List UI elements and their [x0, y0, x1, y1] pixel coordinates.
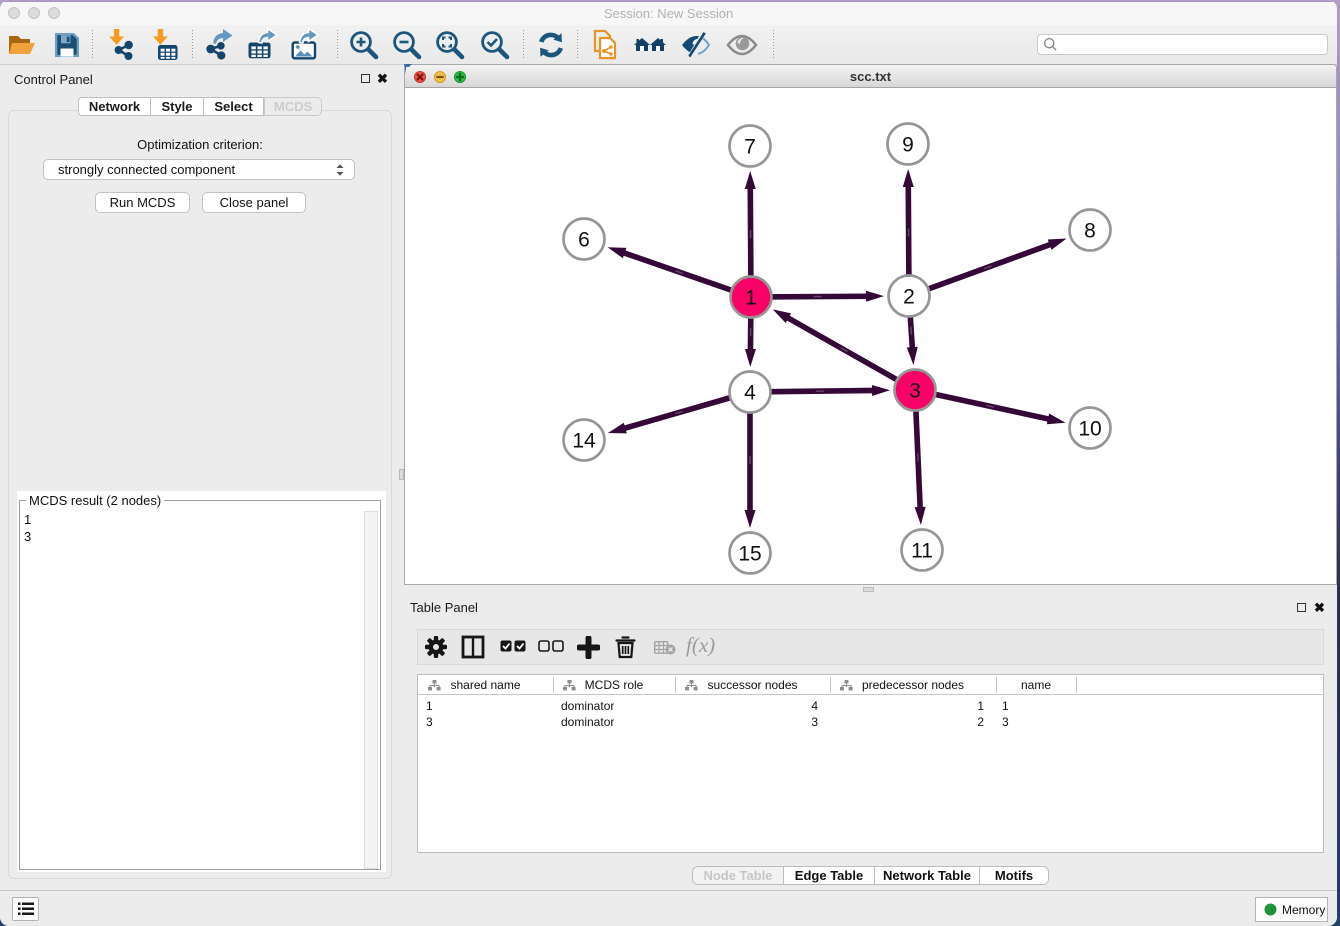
- svg-text:9: 9: [902, 134, 914, 157]
- svg-text:2: 2: [903, 286, 915, 309]
- svg-text:14: 14: [572, 430, 596, 453]
- svg-text:6: 6: [578, 229, 590, 252]
- svg-text:10: 10: [1078, 418, 1101, 441]
- svg-text:1: 1: [745, 287, 757, 310]
- svg-text:11: 11: [911, 540, 933, 563]
- svg-text:3: 3: [909, 380, 921, 403]
- svg-text:8: 8: [1084, 220, 1096, 243]
- svg-text:4: 4: [744, 382, 756, 405]
- svg-text:15: 15: [738, 543, 761, 566]
- svg-text:7: 7: [744, 136, 756, 159]
